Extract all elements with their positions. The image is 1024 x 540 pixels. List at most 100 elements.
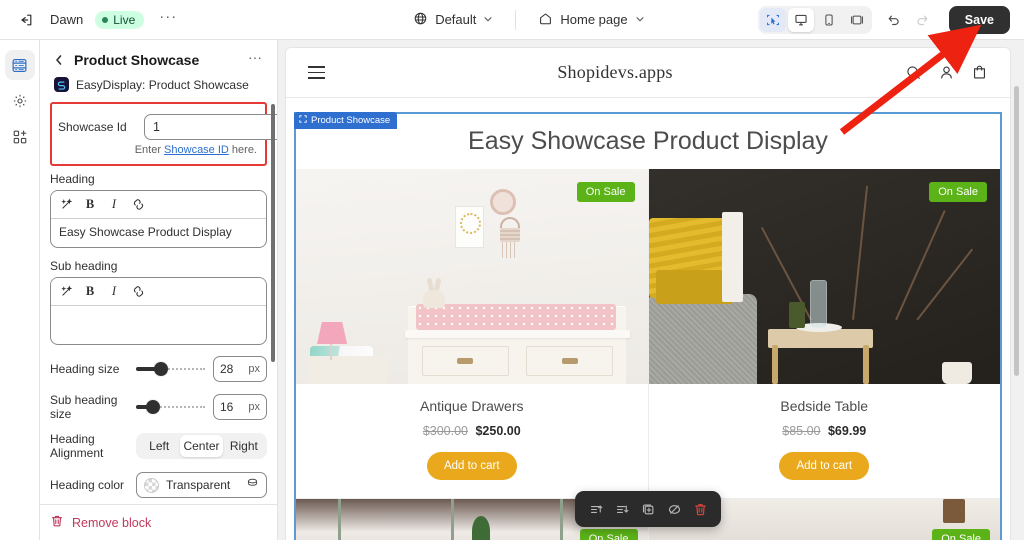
toolbar-divider: [515, 9, 517, 30]
storefront-header-icons: [905, 64, 988, 81]
theme-name: Dawn: [50, 12, 84, 27]
product-info: Antique Drawers $300.00 $250.00 Add to c…: [296, 384, 648, 498]
theme-editor-app: Dawn Live ··· Default Home page Save Pro…: [0, 0, 1024, 540]
toolbar-center-group: Default Home page: [300, 7, 758, 33]
heading-color-picker[interactable]: Transparent: [136, 472, 267, 498]
heading-size-row: Heading size 28 px: [50, 356, 267, 382]
product-old-price: $300.00: [422, 424, 468, 438]
panel-more-menu-button[interactable]: ···: [245, 49, 265, 70]
page-label: Home page: [560, 12, 628, 27]
undo-icon[interactable]: [881, 7, 907, 33]
heading-alignment-label: Heading Alignment: [50, 432, 104, 460]
scene-lamp-shade: [317, 322, 348, 344]
scene-vase: [941, 362, 972, 384]
chevron-left-icon[interactable]: [50, 51, 68, 69]
add-to-cart-button[interactable]: Add to cart: [426, 452, 517, 480]
move-up-icon[interactable]: [585, 498, 607, 520]
sidebar-item-sections[interactable]: [4, 50, 35, 80]
align-left-option[interactable]: Left: [138, 435, 180, 457]
product-card[interactable]: On Sale Antique Drawers $300.00 $250.00 …: [296, 169, 649, 498]
sidebar-item-apps[interactable]: [5, 122, 35, 152]
editor-body: Product Showcase ··· EasyDisplay: Produc…: [0, 40, 1024, 540]
globe-icon: [413, 11, 428, 29]
panel-title-row: Product Showcase ···: [50, 49, 265, 70]
locale-label: Default: [435, 12, 477, 27]
color-stack-icon[interactable]: [246, 477, 259, 493]
heading-field-block: Heading B I Easy Showcase Product Displa…: [50, 172, 267, 248]
showcase-id-link[interactable]: Showcase ID: [164, 144, 229, 156]
product-title: Bedside Table: [780, 398, 869, 414]
subheading-input[interactable]: [51, 306, 266, 344]
preview-scrollbar[interactable]: [1014, 86, 1019, 376]
scene-glass-bottle: [810, 280, 828, 329]
panel-scrollbar[interactable]: [271, 104, 275, 362]
heading-size-number: 28: [220, 362, 234, 376]
heading-input[interactable]: Easy Showcase Product Display: [51, 219, 266, 247]
subheading-rich-text-editor: B I: [50, 277, 267, 345]
heading-size-value[interactable]: 28 px: [213, 356, 267, 382]
account-icon[interactable]: [938, 64, 955, 81]
fullwidth-icon[interactable]: [844, 8, 870, 32]
scene-macrame: [499, 217, 520, 258]
showcase-id-helper: Enter Showcase ID here.: [58, 144, 259, 156]
subheading-size-value[interactable]: 16 px: [213, 394, 267, 420]
product-old-price: $85.00: [782, 424, 821, 438]
product-card[interactable]: On Sale Bedside Table $85.00 $69.99 Add …: [648, 169, 1000, 498]
cart-icon[interactable]: [971, 64, 988, 81]
add-to-cart-button[interactable]: Add to cart: [779, 452, 870, 480]
heading-alignment-segmented-control: Left Center Right: [136, 433, 267, 459]
move-down-icon[interactable]: [611, 498, 633, 520]
product-price: $300.00 $250.00: [306, 424, 638, 438]
subheading-size-slider[interactable]: [136, 398, 205, 416]
showcase-id-input[interactable]: [144, 114, 277, 140]
desktop-icon[interactable]: [787, 7, 814, 32]
heading-alignment-row: Heading Alignment Left Center Right: [50, 432, 267, 460]
magic-wand-icon[interactable]: [55, 194, 77, 215]
align-center-option[interactable]: Center: [180, 435, 223, 457]
section-badge[interactable]: Product Showcase: [294, 112, 398, 129]
remove-block-button[interactable]: Remove block: [40, 504, 277, 540]
save-button[interactable]: Save: [948, 5, 1010, 34]
scene-drawer: [421, 346, 509, 376]
align-right-option[interactable]: Right: [223, 435, 265, 457]
sidebar-item-settings[interactable]: [5, 86, 35, 116]
scene-wall-hoop: [489, 189, 516, 215]
link-icon[interactable]: [127, 281, 149, 302]
duplicate-icon[interactable]: [637, 498, 659, 520]
store-name: Shopidevs.apps: [557, 62, 673, 82]
scene-bunny-toy: [422, 277, 445, 308]
italic-icon[interactable]: I: [103, 281, 125, 302]
settings-fields: Showcase Id Enter Showcase ID here. Head…: [40, 102, 277, 504]
showcase-id-label: Showcase Id: [58, 119, 127, 134]
page-title: Product Showcase: [74, 52, 200, 68]
bold-icon[interactable]: B: [79, 194, 101, 215]
home-icon: [538, 11, 553, 29]
search-icon[interactable]: [905, 64, 922, 81]
product-price: $85.00 $69.99: [659, 424, 991, 438]
magic-wand-icon[interactable]: [55, 281, 77, 302]
product-showcase-section[interactable]: Easy Showcase Product Display On Sale An…: [294, 112, 1002, 540]
slider-remainder: [152, 406, 205, 408]
scene-lamp-stem: [330, 342, 333, 360]
locale-selector[interactable]: Default: [405, 7, 501, 33]
hide-icon[interactable]: [663, 498, 685, 520]
mobile-icon[interactable]: [816, 8, 842, 32]
hamburger-icon[interactable]: [308, 66, 325, 79]
cursor-select-icon[interactable]: [759, 7, 786, 32]
easydisplay-logo-icon: [54, 77, 69, 92]
product-image: On Sale: [648, 169, 1000, 384]
delete-icon[interactable]: [689, 498, 711, 520]
heading-size-slider[interactable]: [136, 360, 205, 378]
bold-icon[interactable]: B: [79, 281, 101, 302]
page-selector[interactable]: Home page: [530, 7, 652, 33]
slider-knob[interactable]: [145, 400, 160, 414]
italic-icon[interactable]: I: [103, 194, 125, 215]
theme-more-menu-button[interactable]: ···: [156, 8, 180, 32]
view-mode-group: [757, 5, 872, 34]
preview-area: Shopidevs.apps Product Showcase Easy Sho…: [278, 40, 1024, 540]
slider-knob[interactable]: [153, 362, 168, 376]
link-icon[interactable]: [127, 194, 149, 215]
chevron-down-icon: [635, 12, 645, 27]
exit-icon[interactable]: [14, 8, 38, 32]
scene-sheet: [722, 212, 744, 303]
